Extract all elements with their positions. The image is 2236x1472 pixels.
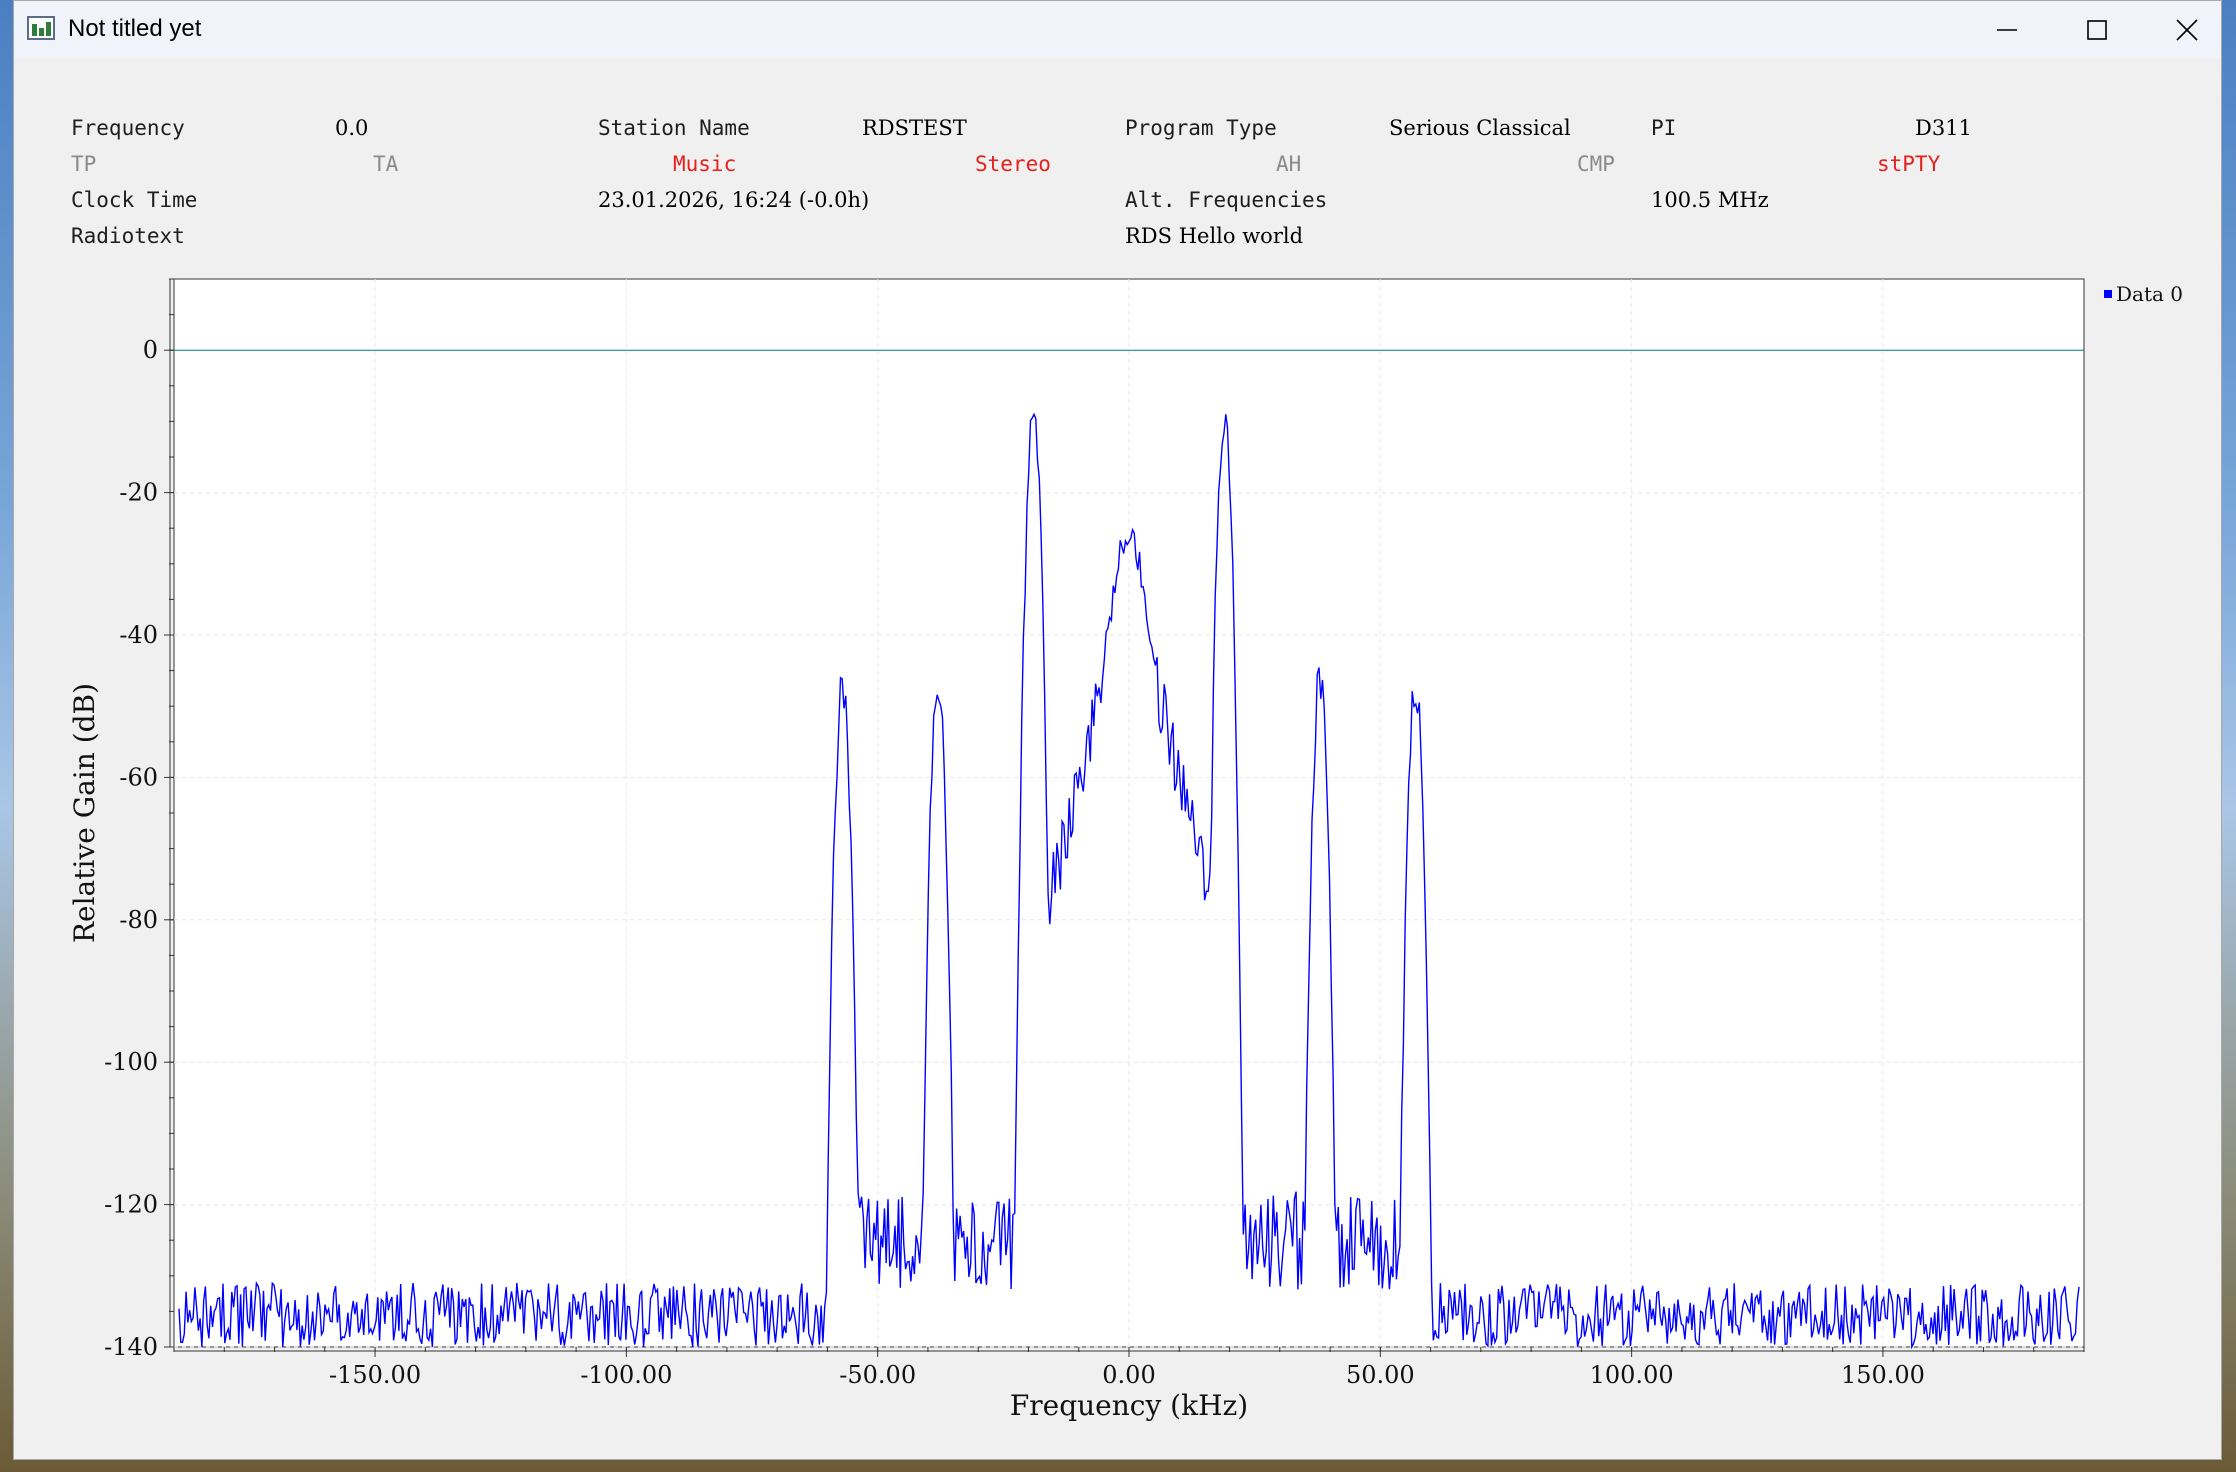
- spectrum-chart[interactable]: -150.00 -100.00 -50.00 0.00 50.00 100.00 150.0…: [14, 1, 2223, 1461]
- legend: Data 0: [2104, 282, 2183, 306]
- x-tick-label: -50.00: [839, 1361, 916, 1389]
- legend-entry: Data 0: [2116, 282, 2183, 306]
- y-tick-label: -140: [104, 1333, 158, 1361]
- x-axis-label: Frequency (kHz): [1010, 1389, 1248, 1422]
- y-tick-label: -20: [119, 479, 158, 507]
- x-tick-label: 0.00: [1102, 1361, 1155, 1389]
- legend-swatch: [2104, 290, 2112, 298]
- x-tick-label: -100.00: [580, 1361, 672, 1389]
- y-tick-label: -100: [104, 1048, 158, 1076]
- y-tick-label: -120: [104, 1191, 158, 1219]
- y-tick-label: -60: [119, 763, 158, 791]
- y-tick-label: 0: [143, 336, 158, 364]
- x-tick-label: 50.00: [1346, 1361, 1415, 1389]
- y-axis-label: Relative Gain (dB): [68, 683, 101, 943]
- y-tick-label: -80: [119, 906, 158, 934]
- x-tick-label: 150.00: [1841, 1361, 1925, 1389]
- x-tick-label: 100.00: [1590, 1361, 1674, 1389]
- app-window: Not titled yet Frequency 0.0 Station Nam…: [13, 0, 2222, 1460]
- x-tick-label: -150.00: [329, 1361, 421, 1389]
- y-tick-label: -40: [119, 621, 158, 649]
